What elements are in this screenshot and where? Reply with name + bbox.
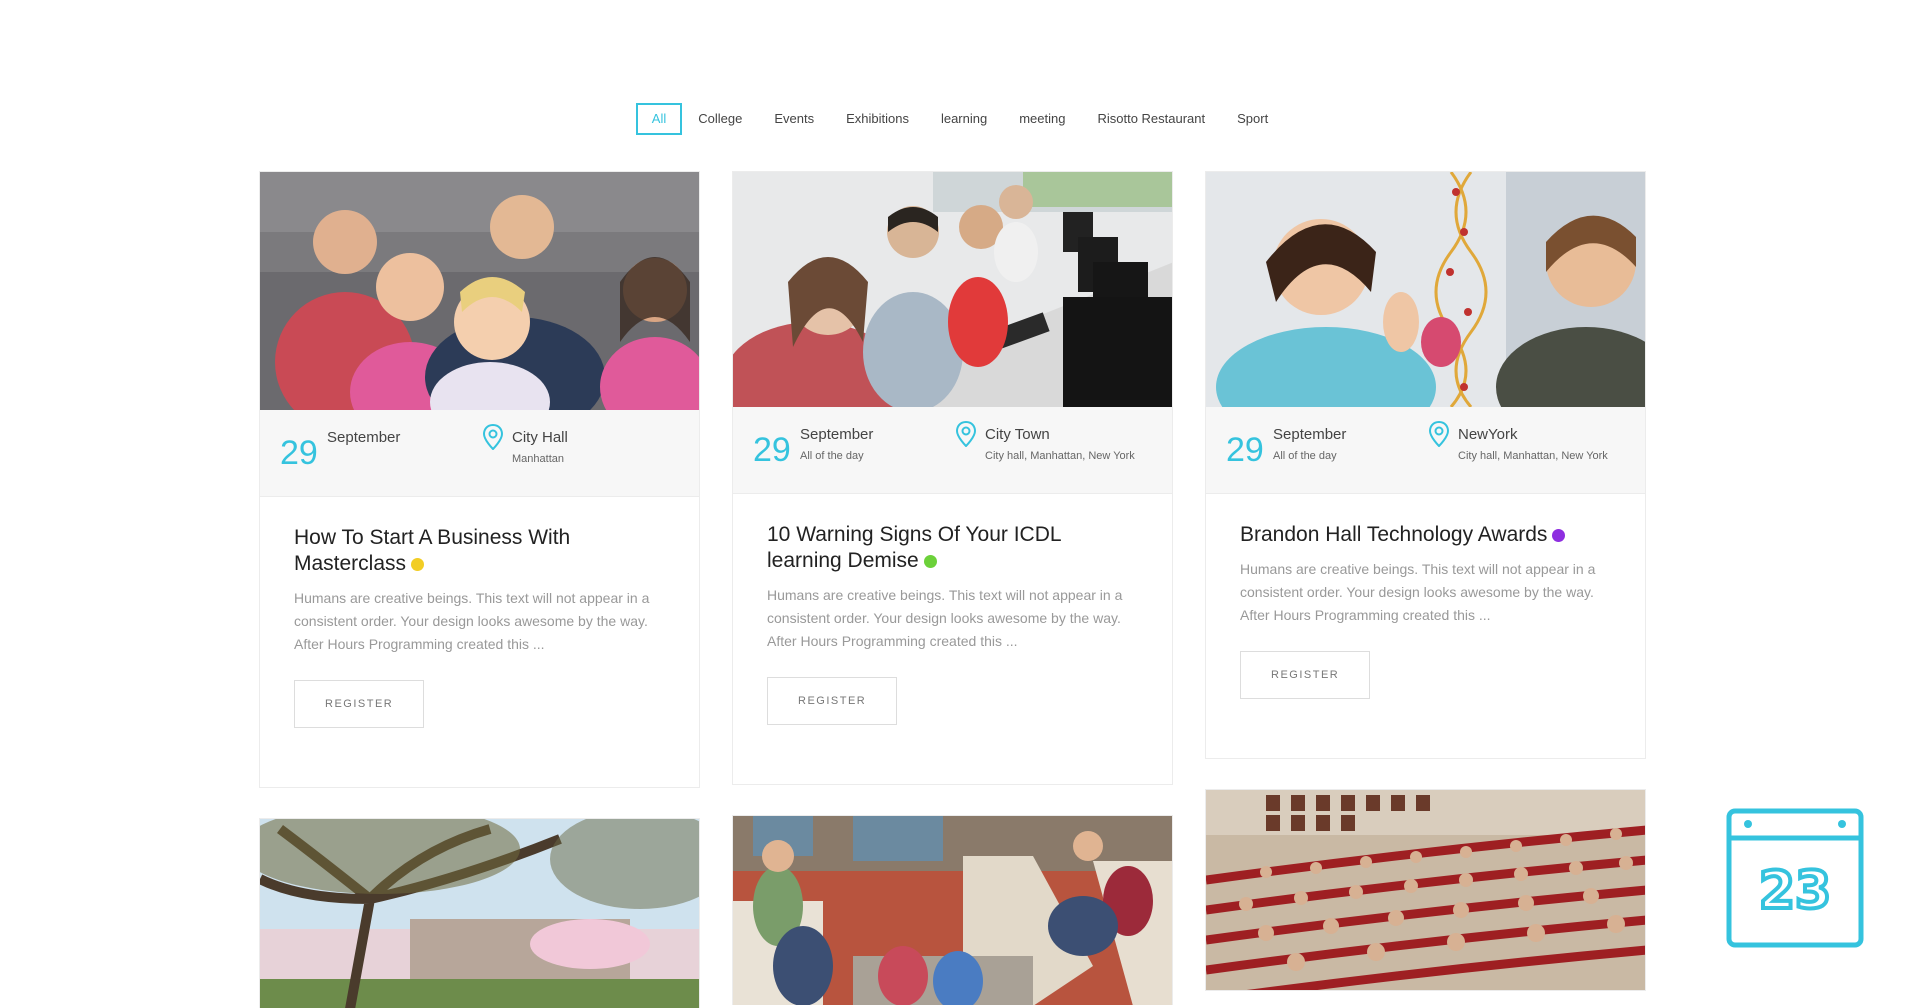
event-photo-students-group[interactable] bbox=[260, 172, 699, 410]
category-dot-icon bbox=[411, 557, 425, 571]
event-card: 29 September All of the day NewYork City… bbox=[1205, 171, 1646, 759]
location-pin-icon bbox=[482, 424, 504, 450]
event-day: 29 bbox=[1226, 431, 1264, 469]
event-title[interactable]: Brandon Hall Technology Awards bbox=[1240, 522, 1611, 548]
filter-risotto-restaurant[interactable]: Risotto Restaurant bbox=[1081, 103, 1221, 135]
filter-learning[interactable]: learning bbox=[925, 103, 1003, 135]
event-photo-campus-stairs[interactable] bbox=[733, 816, 1172, 1005]
event-card bbox=[732, 815, 1173, 1005]
event-address: City hall, Manhattan, New York bbox=[1458, 450, 1608, 462]
event-card bbox=[1205, 789, 1646, 991]
register-button[interactable]: REGISTER bbox=[767, 677, 898, 725]
event-daytime: All of the day bbox=[1273, 450, 1337, 462]
event-body: 10 Warning Signs Of Your ICDL learning D… bbox=[733, 494, 1172, 765]
event-card: 29 September City Hall Manhattan How To … bbox=[259, 171, 700, 788]
event-meta: 29 September All of the day NewYork City… bbox=[1206, 407, 1645, 494]
event-excerpt: Humans are creative beings. This text wi… bbox=[767, 587, 1123, 649]
calendar-icon[interactable]: 23 bbox=[1726, 808, 1864, 948]
location-pin-icon bbox=[1428, 421, 1450, 447]
event-title[interactable]: 10 Warning Signs Of Your ICDL learning D… bbox=[767, 522, 1138, 574]
event-place: NewYork bbox=[1458, 426, 1518, 443]
register-button[interactable]: REGISTER bbox=[294, 680, 425, 728]
event-address: Manhattan bbox=[512, 453, 564, 465]
event-place: City Hall bbox=[512, 429, 568, 446]
event-card bbox=[259, 818, 700, 1008]
event-excerpt: Humans are creative beings. This text wi… bbox=[1240, 561, 1596, 623]
event-day: 29 bbox=[280, 434, 318, 472]
category-filter-bar: All College Events Exhibitions learning … bbox=[0, 103, 1920, 135]
event-meta: 29 September City Hall Manhattan bbox=[260, 410, 699, 497]
event-photo-lecture-hall[interactable] bbox=[1206, 790, 1645, 990]
event-meta: 29 September All of the day City Town Ci… bbox=[733, 407, 1172, 494]
event-month: September bbox=[800, 426, 874, 443]
register-button[interactable]: REGISTER bbox=[1240, 651, 1371, 699]
category-dot-icon bbox=[1552, 528, 1566, 542]
event-body: How To Start A Business With Masterclass… bbox=[260, 497, 699, 768]
event-photo-computer-lab[interactable] bbox=[733, 172, 1172, 407]
filter-all[interactable]: All bbox=[635, 103, 683, 135]
event-photo-dna-model[interactable] bbox=[1206, 172, 1645, 407]
calendar-number: 23 bbox=[1759, 861, 1831, 921]
event-excerpt: Humans are creative beings. This text wi… bbox=[294, 590, 650, 652]
event-daytime: All of the day bbox=[800, 450, 864, 462]
filter-meeting[interactable]: meeting bbox=[1003, 103, 1081, 135]
event-body: Brandon Hall Technology Awards Humans ar… bbox=[1206, 494, 1645, 739]
filter-college[interactable]: College bbox=[682, 103, 758, 135]
event-month: September bbox=[1273, 426, 1347, 443]
filter-sport[interactable]: Sport bbox=[1221, 103, 1284, 135]
event-address: City hall, Manhattan, New York bbox=[985, 450, 1135, 462]
filter-events[interactable]: Events bbox=[758, 103, 830, 135]
event-place: City Town bbox=[985, 426, 1050, 443]
location-pin-icon bbox=[955, 421, 977, 447]
event-month: September bbox=[327, 429, 401, 446]
event-day: 29 bbox=[753, 431, 791, 469]
event-card: 29 September All of the day City Town Ci… bbox=[732, 171, 1173, 785]
category-dot-icon bbox=[923, 554, 937, 568]
event-title[interactable]: How To Start A Business With Masterclass bbox=[294, 525, 665, 577]
event-photo-campus-tree[interactable] bbox=[260, 819, 699, 1008]
filter-exhibitions[interactable]: Exhibitions bbox=[830, 103, 925, 135]
